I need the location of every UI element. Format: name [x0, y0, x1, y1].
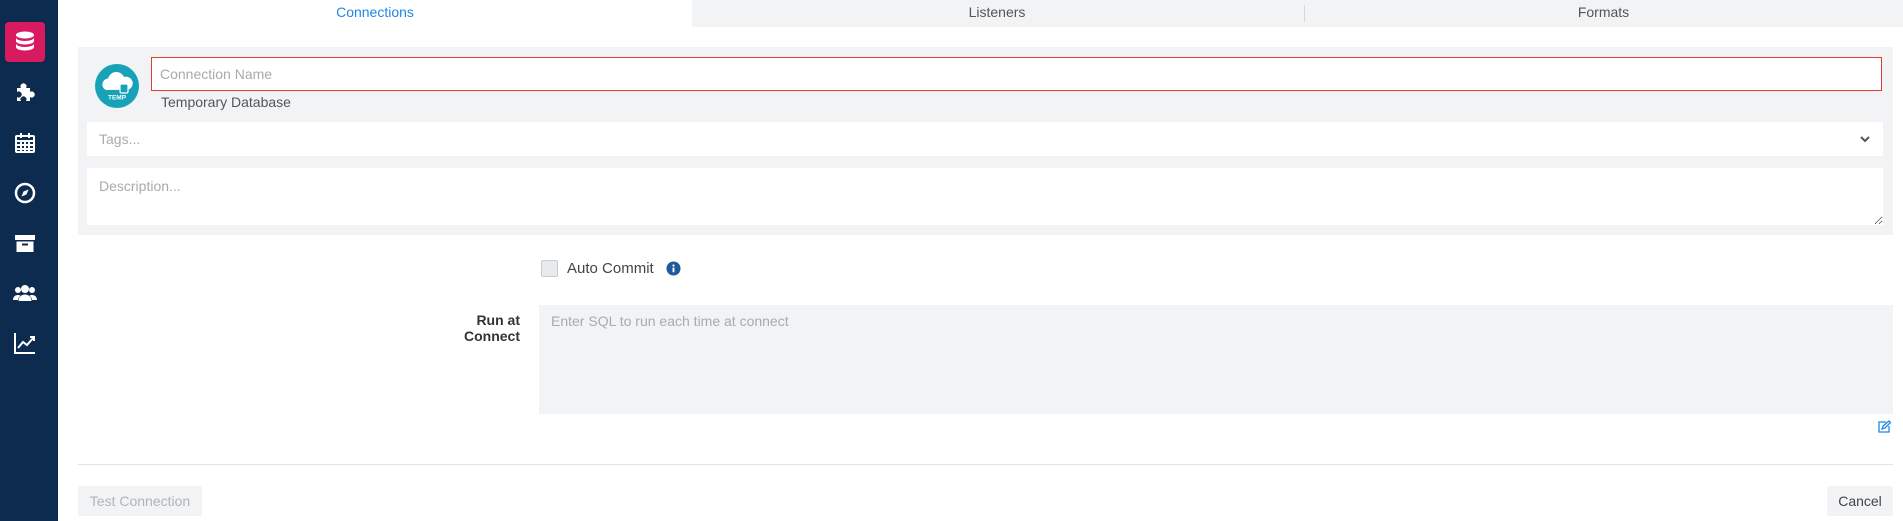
sidebar [0, 0, 58, 521]
tags-select[interactable]: Tags... [87, 122, 1883, 156]
tags-placeholder: Tags... [99, 131, 141, 147]
users-icon [13, 285, 37, 301]
info-icon[interactable] [666, 261, 681, 276]
temp-badge-label: TEMP [108, 95, 127, 102]
chart-line-icon [14, 333, 35, 354]
sidebar-item-explore[interactable] [5, 173, 45, 213]
auto-commit-checkbox[interactable] [541, 260, 558, 277]
database-icon [16, 31, 34, 51]
tab-formats[interactable]: Formats [1304, 0, 1903, 27]
calendar-icon [15, 133, 35, 153]
database-type-label: Temporary Database [161, 94, 291, 110]
sidebar-item-connections[interactable] [5, 22, 45, 62]
tab-listeners[interactable]: Listeners [692, 0, 1302, 27]
sidebar-item-schedule[interactable] [5, 123, 45, 163]
description-field[interactable] [87, 168, 1883, 225]
test-connection-button[interactable]: Test Connection [78, 486, 202, 516]
footer-divider [78, 464, 1893, 465]
connection-name-input[interactable] [151, 57, 1882, 91]
archive-icon [15, 235, 35, 252]
auto-commit-row: Auto Commit [541, 260, 681, 277]
sidebar-item-archive[interactable] [5, 223, 45, 263]
tab-bar: Connections Listeners Formats [58, 0, 1903, 27]
cancel-button[interactable]: Cancel [1827, 486, 1893, 516]
edit-icon[interactable] [1877, 420, 1891, 434]
temp-database-icon: TEMP [95, 64, 139, 108]
sidebar-item-plugins[interactable] [5, 72, 45, 112]
tab-connections[interactable]: Connections [58, 0, 692, 27]
sidebar-item-users[interactable] [5, 273, 45, 313]
auto-commit-label[interactable]: Auto Commit [567, 260, 654, 277]
run-at-connect-label: Run at Connect [464, 312, 520, 344]
chevron-down-icon[interactable] [1859, 133, 1871, 145]
sidebar-item-analytics[interactable] [5, 323, 45, 363]
compass-icon [14, 182, 36, 204]
puzzle-icon [17, 83, 35, 101]
run-at-connect-sql-input[interactable] [539, 305, 1893, 414]
